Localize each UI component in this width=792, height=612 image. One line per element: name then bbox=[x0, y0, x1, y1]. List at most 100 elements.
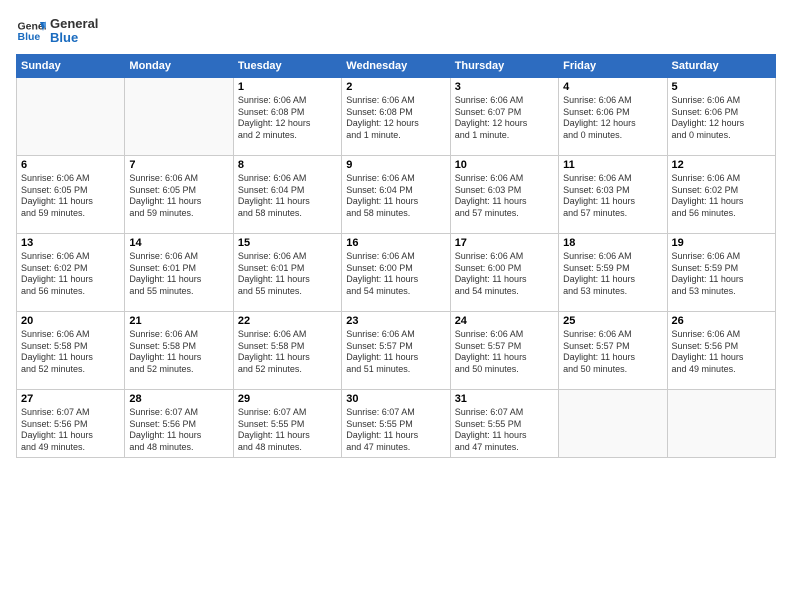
week-row-2: 6 Sunrise: 6:06 AM Sunset: 6:05 PM Daylig… bbox=[17, 156, 776, 234]
calendar-cell: 14 Sunrise: 6:06 AM Sunset: 6:01 PM Dayli… bbox=[125, 234, 233, 312]
day-info: Sunrise: 6:06 AM Sunset: 5:59 PM Dayligh… bbox=[563, 251, 662, 298]
day-number: 12 bbox=[672, 159, 771, 171]
weekday-header-thursday: Thursday bbox=[450, 55, 558, 78]
day-info: Sunrise: 6:06 AM Sunset: 6:01 PM Dayligh… bbox=[238, 251, 337, 298]
weekday-header-row: SundayMondayTuesdayWednesdayThursdayFrid… bbox=[17, 55, 776, 78]
day-number: 26 bbox=[672, 315, 771, 327]
calendar-cell: 12 Sunrise: 6:06 AM Sunset: 6:02 PM Dayli… bbox=[667, 156, 775, 234]
day-number: 29 bbox=[238, 393, 337, 405]
day-number: 1 bbox=[238, 81, 337, 93]
calendar-cell bbox=[559, 390, 667, 458]
calendar-cell bbox=[17, 78, 125, 156]
day-info: Sunrise: 6:06 AM Sunset: 5:56 PM Dayligh… bbox=[672, 329, 771, 376]
calendar-cell: 25 Sunrise: 6:06 AM Sunset: 5:57 PM Dayli… bbox=[559, 312, 667, 390]
calendar-cell: 2Sunrise: 6:06 AM Sunset: 6:08 PM Daylig… bbox=[342, 78, 450, 156]
day-info: Sunrise: 6:06 AM Sunset: 5:57 PM Dayligh… bbox=[455, 329, 554, 376]
calendar-cell: 15 Sunrise: 6:06 AM Sunset: 6:01 PM Dayli… bbox=[233, 234, 341, 312]
week-row-1: 1 Sunrise: 6:06 AM Sunset: 6:08 PM Daylig… bbox=[17, 78, 776, 156]
day-number: 30 bbox=[346, 393, 445, 405]
calendar-cell: 27Sunrise: 6:07 AM Sunset: 5:56 PM Dayli… bbox=[17, 390, 125, 458]
day-number: 9 bbox=[346, 159, 445, 171]
day-number: 14 bbox=[129, 237, 228, 249]
weekday-header-wednesday: Wednesday bbox=[342, 55, 450, 78]
day-info: Sunrise: 6:07 AM Sunset: 5:56 PM Dayligh… bbox=[129, 407, 228, 454]
calendar-cell: 29 Sunrise: 6:07 AM Sunset: 5:55 PM Dayli… bbox=[233, 390, 341, 458]
calendar-cell: 5Sunrise: 6:06 AM Sunset: 6:06 PM Daylig… bbox=[667, 78, 775, 156]
calendar-cell: 9 Sunrise: 6:06 AM Sunset: 6:04 PM Daylig… bbox=[342, 156, 450, 234]
day-info: Sunrise: 6:06 AM Sunset: 5:59 PM Dayligh… bbox=[672, 251, 771, 298]
week-row-4: 20 Sunrise: 6:06 AM Sunset: 5:58 PM Dayli… bbox=[17, 312, 776, 390]
day-number: 15 bbox=[238, 237, 337, 249]
day-info: Sunrise: 6:06 AM Sunset: 6:04 PM Dayligh… bbox=[238, 173, 337, 220]
header: General Blue General Blue bbox=[16, 16, 776, 46]
day-info: Sunrise: 6:06 AM Sunset: 6:03 PM Dayligh… bbox=[563, 173, 662, 220]
day-number: 7 bbox=[129, 159, 228, 171]
day-number: 8 bbox=[238, 159, 337, 171]
day-info: Sunrise: 6:06 AM Sunset: 5:58 PM Dayligh… bbox=[129, 329, 228, 376]
calendar-cell: 8 Sunrise: 6:06 AM Sunset: 6:04 PM Daylig… bbox=[233, 156, 341, 234]
day-number: 17 bbox=[455, 237, 554, 249]
calendar-cell: 28 Sunrise: 6:07 AM Sunset: 5:56 PM Dayli… bbox=[125, 390, 233, 458]
day-info: Sunrise: 6:07 AM Sunset: 5:55 PM Dayligh… bbox=[238, 407, 337, 454]
calendar-cell: 21 Sunrise: 6:06 AM Sunset: 5:58 PM Dayli… bbox=[125, 312, 233, 390]
day-info: Sunrise: 6:06 AM Sunset: 6:02 PM Dayligh… bbox=[672, 173, 771, 220]
week-row-5: 27Sunrise: 6:07 AM Sunset: 5:56 PM Dayli… bbox=[17, 390, 776, 458]
day-number: 6 bbox=[21, 159, 120, 171]
day-number: 20 bbox=[21, 315, 120, 327]
week-row-3: 13Sunrise: 6:06 AM Sunset: 6:02 PM Dayli… bbox=[17, 234, 776, 312]
day-info: Sunrise: 6:06 AM Sunset: 6:02 PM Dayligh… bbox=[21, 251, 120, 298]
calendar-cell: 19 Sunrise: 6:06 AM Sunset: 5:59 PM Dayli… bbox=[667, 234, 775, 312]
day-info: Sunrise: 6:06 AM Sunset: 6:00 PM Dayligh… bbox=[455, 251, 554, 298]
weekday-header-friday: Friday bbox=[559, 55, 667, 78]
day-number: 5 bbox=[672, 81, 771, 93]
calendar-cell: 6 Sunrise: 6:06 AM Sunset: 6:05 PM Daylig… bbox=[17, 156, 125, 234]
day-number: 2 bbox=[346, 81, 445, 93]
calendar-cell: 13Sunrise: 6:06 AM Sunset: 6:02 PM Dayli… bbox=[17, 234, 125, 312]
day-number: 24 bbox=[455, 315, 554, 327]
calendar-cell bbox=[667, 390, 775, 458]
calendar-cell: 1 Sunrise: 6:06 AM Sunset: 6:08 PM Daylig… bbox=[233, 78, 341, 156]
calendar-cell: 11 Sunrise: 6:06 AM Sunset: 6:03 PM Dayli… bbox=[559, 156, 667, 234]
day-number: 18 bbox=[563, 237, 662, 249]
day-info: Sunrise: 6:06 AM Sunset: 6:04 PM Dayligh… bbox=[346, 173, 445, 220]
calendar-cell: 20 Sunrise: 6:06 AM Sunset: 5:58 PM Dayli… bbox=[17, 312, 125, 390]
day-info: Sunrise: 6:06 AM Sunset: 6:01 PM Dayligh… bbox=[129, 251, 228, 298]
day-number: 21 bbox=[129, 315, 228, 327]
weekday-header-sunday: Sunday bbox=[17, 55, 125, 78]
day-number: 19 bbox=[672, 237, 771, 249]
day-number: 3 bbox=[455, 81, 554, 93]
calendar-cell: 30 Sunrise: 6:07 AM Sunset: 5:55 PM Dayli… bbox=[342, 390, 450, 458]
calendar-cell: 22Sunrise: 6:06 AM Sunset: 5:58 PM Dayli… bbox=[233, 312, 341, 390]
day-number: 31 bbox=[455, 393, 554, 405]
day-info: Sunrise: 6:06 AM Sunset: 5:58 PM Dayligh… bbox=[21, 329, 120, 376]
day-info: Sunrise: 6:06 AM Sunset: 6:05 PM Dayligh… bbox=[129, 173, 228, 220]
weekday-header-tuesday: Tuesday bbox=[233, 55, 341, 78]
day-number: 25 bbox=[563, 315, 662, 327]
day-info: Sunrise: 6:07 AM Sunset: 5:55 PM Dayligh… bbox=[346, 407, 445, 454]
day-info: Sunrise: 6:07 AM Sunset: 5:55 PM Dayligh… bbox=[455, 407, 554, 454]
day-number: 11 bbox=[563, 159, 662, 171]
day-number: 23 bbox=[346, 315, 445, 327]
day-info: Sunrise: 6:06 AM Sunset: 6:00 PM Dayligh… bbox=[346, 251, 445, 298]
day-number: 10 bbox=[455, 159, 554, 171]
calendar-cell: 16 Sunrise: 6:06 AM Sunset: 6:00 PM Dayli… bbox=[342, 234, 450, 312]
weekday-header-monday: Monday bbox=[125, 55, 233, 78]
day-info: Sunrise: 6:06 AM Sunset: 6:08 PM Dayligh… bbox=[238, 95, 337, 142]
calendar-cell bbox=[125, 78, 233, 156]
logo-icon: General Blue bbox=[16, 16, 46, 46]
day-info: Sunrise: 6:06 AM Sunset: 5:57 PM Dayligh… bbox=[346, 329, 445, 376]
svg-text:Blue: Blue bbox=[18, 31, 41, 43]
day-info: Sunrise: 6:06 AM Sunset: 6:05 PM Dayligh… bbox=[21, 173, 120, 220]
calendar-cell: 23 Sunrise: 6:06 AM Sunset: 5:57 PM Dayli… bbox=[342, 312, 450, 390]
day-number: 28 bbox=[129, 393, 228, 405]
calendar-cell: 4Sunrise: 6:06 AM Sunset: 6:06 PM Daylig… bbox=[559, 78, 667, 156]
calendar-cell: 17 Sunrise: 6:06 AM Sunset: 6:00 PM Dayli… bbox=[450, 234, 558, 312]
day-number: 16 bbox=[346, 237, 445, 249]
calendar-cell: 7 Sunrise: 6:06 AM Sunset: 6:05 PM Daylig… bbox=[125, 156, 233, 234]
logo: General Blue General Blue bbox=[16, 16, 98, 46]
day-info: Sunrise: 6:06 AM Sunset: 6:06 PM Dayligh… bbox=[563, 95, 662, 142]
calendar-container: General Blue General Blue SundayMondayTu… bbox=[0, 0, 792, 612]
calendar-cell: 3Sunrise: 6:06 AM Sunset: 6:07 PM Daylig… bbox=[450, 78, 558, 156]
calendar-cell: 10Sunrise: 6:06 AM Sunset: 6:03 PM Dayli… bbox=[450, 156, 558, 234]
day-info: Sunrise: 6:06 AM Sunset: 5:57 PM Dayligh… bbox=[563, 329, 662, 376]
